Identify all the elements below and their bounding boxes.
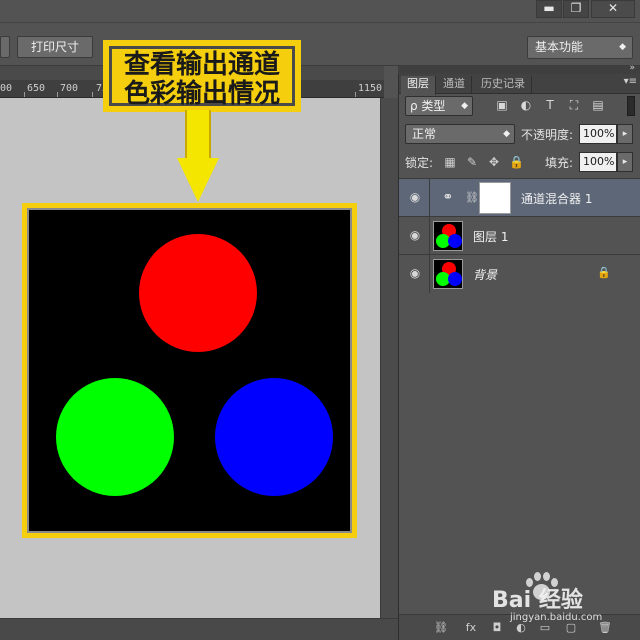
layer-name: 通道混合器 1	[521, 192, 593, 206]
filter-label: ρ 类型	[410, 99, 446, 113]
layer-thumbnail	[433, 259, 463, 289]
document-highlight-frame	[22, 203, 357, 538]
callout-line-1: 查看输出通道	[123, 50, 280, 80]
opacity-dropdown-button[interactable]: ▸	[617, 124, 633, 144]
watermark-brand: Bai 经验	[492, 588, 583, 613]
ruler-tick-label: 650	[27, 83, 46, 94]
layer-style-fx-icon[interactable]: fx	[463, 620, 479, 636]
layer-row-layer-1[interactable]: ◉ 图层 1	[399, 216, 640, 255]
layer-row-background[interactable]: ◉ 背景 🔒	[399, 254, 640, 293]
annotation-arrow-head	[177, 158, 219, 202]
lock-transparent-pixels-icon[interactable]: ▦	[443, 155, 457, 169]
annotation-callout: 查看输出通道 色彩输出情况	[103, 40, 301, 112]
layer-lock-icon: 🔒	[597, 266, 611, 279]
visibility-eye-icon[interactable]: ◉	[407, 227, 423, 243]
layer-row-channel-mixer[interactable]: ◉ ⚭ ⛓ 通道混合器 1	[399, 178, 640, 217]
panel-tabs: 图层 通道 历史记录 ▾≡	[399, 74, 640, 95]
select-arrows-icon: ◆	[461, 101, 468, 111]
print-size-button[interactable]: 打印尺寸	[17, 36, 93, 58]
layer-mask-thumbnail[interactable]	[479, 182, 511, 214]
workspace-label: 基本功能	[535, 40, 584, 54]
shape-filter-icon[interactable]: ⛶	[567, 98, 581, 112]
lock-all-icon[interactable]: 🔒	[509, 155, 524, 169]
fill-dropdown-button[interactable]: ▸	[617, 152, 633, 172]
filter-toggle-switch[interactable]	[627, 96, 635, 116]
adjustment-filter-icon[interactable]: ◐	[519, 98, 533, 112]
ruler-tick-label: 700	[60, 83, 79, 94]
type-filter-icon[interactable]: T	[543, 98, 557, 112]
tab-history[interactable]: 历史记录	[475, 76, 532, 94]
minimize-button[interactable]: ▬	[536, 0, 562, 18]
restore-button[interactable]: ❐	[563, 0, 589, 18]
red-circle	[139, 234, 257, 352]
lock-position-icon[interactable]: ✥	[487, 155, 501, 169]
blend-mode-select[interactable]: 正常 ◆	[405, 124, 515, 144]
link-chain-icon[interactable]: ⛓	[465, 191, 479, 204]
visibility-eye-icon[interactable]: ◉	[407, 189, 423, 205]
layer-thumbnail	[433, 221, 463, 251]
layers-panel: 图层 通道 历史记录 ▾≡ ρ 类型 ◆ ▣ ◐ T ⛶ ▤ 正常 ◆ 不透明度…	[398, 66, 640, 640]
vertical-scrollbar[interactable]	[380, 98, 398, 618]
select-arrows-icon: ◆	[503, 129, 510, 139]
link-layers-icon[interactable]: ⛓	[433, 620, 449, 636]
layer-name: 背景	[473, 268, 498, 282]
status-bar	[0, 618, 398, 640]
callout-line-2: 色彩输出情况	[123, 79, 280, 109]
options-bar: 打印尺寸 基本功能 ◆	[0, 22, 640, 66]
layer-filter-select[interactable]: ρ 类型 ◆	[405, 96, 473, 116]
ruler-tick-label: 1150	[358, 83, 383, 94]
panel-menu-icon[interactable]: ▾≡	[624, 76, 637, 87]
options-button-partial[interactable]	[0, 36, 10, 58]
baidu-jingyan-watermark: Bai 经验 jingyan.baidu.com	[488, 572, 638, 634]
lock-label: 锁定:	[405, 156, 434, 170]
panel-collapse-bar[interactable]: »	[398, 63, 640, 74]
visibility-eye-icon[interactable]: ◉	[407, 265, 423, 281]
title-bar: ▬ ❐ ✕	[0, 0, 640, 22]
image-filter-icon[interactable]: ▣	[495, 98, 509, 112]
blend-mode-label: 正常	[412, 127, 437, 141]
lock-image-pixels-icon[interactable]: ✎	[465, 155, 479, 169]
annotation-arrow-shaft	[185, 110, 211, 160]
collapse-arrows-icon: »	[629, 63, 635, 73]
close-button[interactable]: ✕	[591, 0, 635, 18]
fill-input[interactable]: 100%	[579, 152, 617, 172]
select-arrows-icon: ◆	[619, 42, 626, 52]
opacity-input[interactable]: 100%	[579, 124, 617, 144]
blue-circle	[215, 378, 333, 496]
tab-channels[interactable]: 通道	[437, 76, 472, 94]
watermark-url: jingyan.baidu.com	[510, 612, 603, 623]
smart-object-filter-icon[interactable]: ▤	[591, 98, 605, 112]
tab-layers[interactable]: 图层	[401, 76, 436, 95]
adjustment-layer-icon: ⚭	[442, 190, 454, 205]
ruler-tick-label: 00	[0, 83, 13, 94]
workspace-select[interactable]: 基本功能 ◆	[527, 36, 633, 59]
green-circle	[56, 378, 174, 496]
document-canvas[interactable]	[27, 208, 352, 533]
opacity-label: 不透明度:	[521, 128, 574, 142]
fill-label: 填充:	[545, 156, 574, 170]
layer-name: 图层 1	[473, 230, 509, 244]
